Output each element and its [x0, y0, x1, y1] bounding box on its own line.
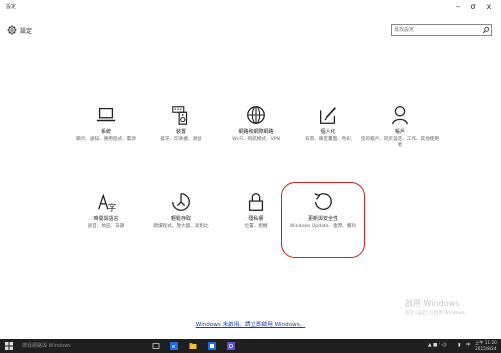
time-language-icon: 字 [98, 193, 116, 212]
globe-icon [247, 106, 265, 124]
notification-icon[interactable]: ▮ [458, 339, 461, 353]
close-button[interactable]: x [482, 1, 496, 13]
lock-icon [248, 193, 264, 211]
system-clock[interactable]: 上午 11:20 2015/8/24 [475, 340, 497, 351]
tile-time-language[interactable]: 字 時間與語言 語音、地區、日期 [66, 191, 146, 230]
clock-date: 2015/8/24 [475, 345, 497, 351]
tile-description: 語音、地區、日期 [87, 224, 125, 229]
windows-start-icon[interactable] [5, 342, 13, 350]
taskbar-search-box[interactable]: 搜尋網路與 Windows [22, 339, 71, 353]
settings-app-icon[interactable] [227, 342, 235, 350]
tile-label: 網路和網際網路 [238, 129, 274, 135]
ease-of-access-icon [172, 193, 190, 211]
tile-label: 裝置 [175, 129, 186, 135]
clock-time: 上午 11:20 [475, 340, 497, 345]
ime-indicator[interactable]: 中 [466, 339, 471, 353]
maximize-button[interactable]: σ [466, 1, 480, 13]
edge-browser-icon[interactable]: e [170, 342, 178, 350]
gear-icon [7, 25, 17, 35]
paint-icon [320, 107, 336, 124]
tray-icons[interactable]: ▲ ■ ⁾ ◁) [428, 339, 447, 353]
tile-label: 輕鬆存取 [170, 216, 191, 222]
tile-label: 帳戶 [394, 129, 405, 135]
tile-devices[interactable]: 裝置 藍牙、印表機、滑鼠 [141, 104, 221, 143]
tile-description: 背景、鎖定畫面、色彩 [305, 137, 351, 142]
tile-personalization[interactable]: 個人化 背景、鎖定畫面、色彩 [288, 104, 368, 143]
speaker-keyboard-icon [172, 106, 188, 125]
search-box[interactable] [391, 24, 492, 36]
laptop-icon [96, 107, 116, 122]
app-title: 設定 [6, 4, 17, 10]
tile-description: 朗讀程式、放大鏡、高對比 [153, 224, 209, 229]
tile-description: 藍牙、印表機、滑鼠 [160, 137, 202, 142]
tile-label: 系統 [100, 129, 111, 135]
tile-description: 您的帳戶、同步設定、工作、其他使用者 [360, 137, 440, 148]
svg-text:e: e [172, 344, 175, 350]
tile-system[interactable]: 系統 顯示、通知、應用程式、電源 [66, 104, 146, 143]
activate-windows-link[interactable]: Windows 未啟用。請立即啟用 Windows。 [0, 320, 501, 328]
file-explorer-icon[interactable] [189, 342, 197, 350]
tile-description: 顯示、通知、應用程式、電源 [76, 137, 136, 142]
watermark-title: 啟用 Windows [405, 299, 460, 308]
activation-watermark: 啟用 Windows 移至 [設定] 以啟用 Windows。 [405, 298, 469, 316]
tile-label: 時間與語言 [93, 216, 119, 222]
store-icon[interactable] [208, 342, 216, 350]
person-icon [392, 106, 408, 125]
task-view-icon[interactable] [152, 342, 160, 350]
svg-text:字: 字 [108, 202, 116, 212]
minimize-button[interactable]: – [451, 1, 465, 13]
tile-label: 個人化 [320, 129, 336, 135]
search-icon [482, 26, 490, 34]
tile-network[interactable]: 網路和網際網路 Wi-Fi、飛航模式、VPN [216, 104, 296, 143]
tile-accounts[interactable]: 帳戶 您的帳戶、同步設定、工作、其他使用者 [360, 104, 440, 149]
taskbar: 搜尋網路與 Windows e ▲ ■ ⁾ ◁) ▮ 中 上午 11:20 20… [0, 339, 501, 353]
tile-ease-of-access[interactable]: 輕鬆存取 朗讀程式、放大鏡、高對比 [141, 191, 221, 230]
watermark-subtitle: 移至 [設定] 以啟用 Windows。 [405, 311, 469, 316]
highlight-circle [281, 182, 365, 258]
tile-description: Wi-Fi、飛航模式、VPN [232, 137, 280, 142]
search-input[interactable] [394, 26, 474, 34]
title-bar: 設定 – σ x [0, 0, 501, 16]
